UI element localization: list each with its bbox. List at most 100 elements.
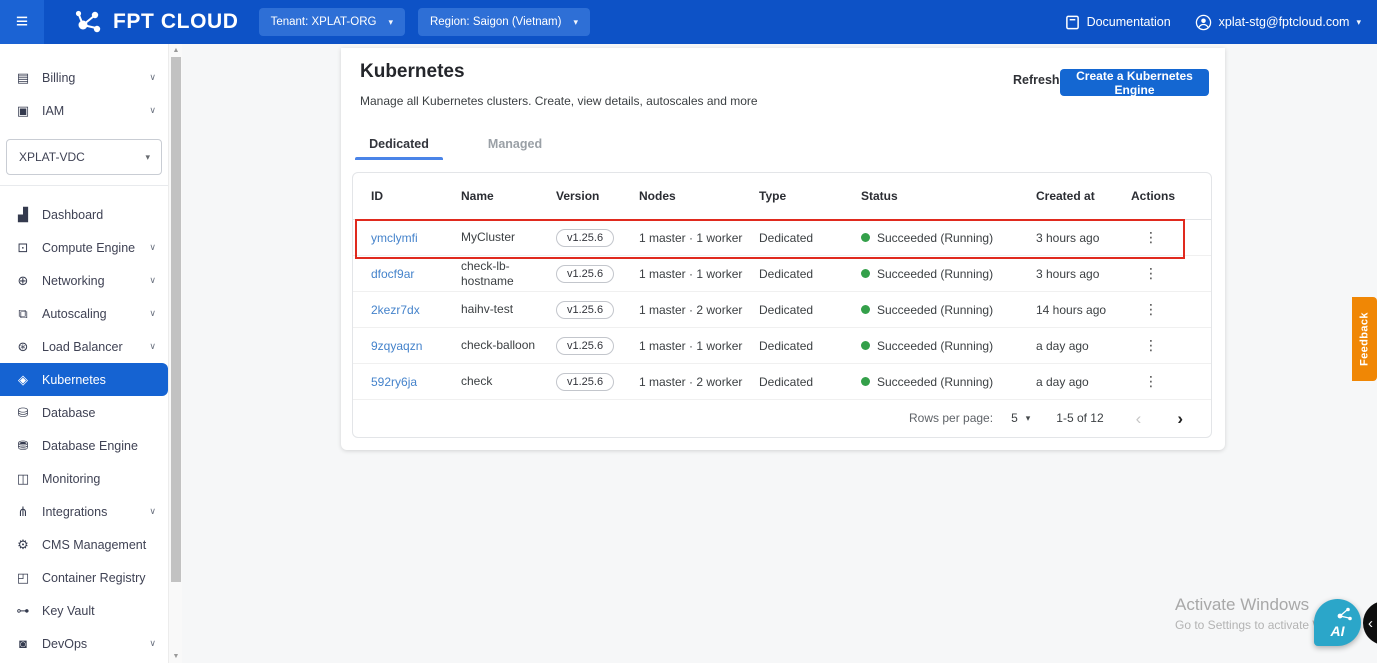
sidebar-item-iam[interactable]: ▣ IAM ∨ — [0, 94, 168, 127]
chevron-down-icon: ∨ — [149, 105, 156, 115]
column-header-created-at: Created at — [1036, 189, 1095, 203]
sidebar-item-networking[interactable]: ⊕ Networking ∨ — [0, 264, 168, 297]
status-dot — [861, 305, 870, 314]
status-dot — [861, 377, 870, 386]
sidebar-item-key-vault[interactable]: ⊶ Key Vault — [0, 594, 168, 627]
sidebar-item-kubernetes[interactable]: ◈ Kubernetes — [0, 363, 168, 396]
sidebar-item-label: Billing — [42, 70, 76, 85]
cluster-id-link[interactable]: 2kezr7dx — [371, 303, 461, 317]
brand-text: FPT CLOUD — [113, 10, 239, 33]
documentation-link[interactable]: Documentation — [1065, 15, 1171, 30]
cluster-id-link[interactable]: ymclymfi — [371, 231, 461, 245]
sidebar-item-monitoring[interactable]: ◫ Monitoring — [0, 462, 168, 495]
cluster-type: Dedicated — [759, 230, 814, 245]
sidebar-item-label: Container Registry — [42, 570, 146, 585]
sidebar-item-cms-management[interactable]: ⚙ CMS Management — [0, 528, 168, 561]
sidebar-item-dashboard[interactable]: ▟ Dashboard — [0, 198, 168, 231]
devops-icon: ◙ — [19, 636, 27, 651]
row-actions-button[interactable]: ⋮ — [1139, 229, 1163, 246]
user-menu[interactable]: xplat-stg@fptcloud.com ▾ — [1195, 14, 1361, 31]
sidebar-item-load-balancer[interactable]: ⊛ Load Balancer ∨ — [0, 330, 168, 363]
table-row: 592ry6ja check v1.25.6 1 master · 2 worker D… — [353, 364, 1211, 400]
cluster-nodes: 1 master · 1 worker — [639, 230, 743, 245]
rows-per-page-select[interactable]: 5 ▾ — [1011, 411, 1030, 425]
sidebar-scrollbar[interactable]: ▲ ▼ — [168, 44, 182, 663]
sidebar-item-billing[interactable]: ▤ Billing ∨ — [0, 61, 168, 94]
dashboard-icon: ▟ — [18, 206, 28, 222]
tab-dedicated[interactable]: Dedicated — [355, 128, 443, 160]
cluster-id-link[interactable]: dfocf9ar — [371, 267, 461, 281]
cluster-nodes: 1 master · 1 worker — [639, 338, 743, 353]
monitoring-icon: ◫ — [16, 470, 30, 486]
vdc-selector[interactable]: XPLAT-VDC ▾ — [6, 139, 162, 175]
tab-managed[interactable]: Managed — [471, 128, 559, 160]
row-actions-button[interactable]: ⋮ — [1139, 373, 1163, 390]
chevron-down-icon: ∨ — [149, 242, 156, 252]
cms-management-icon: ⚙ — [17, 536, 29, 552]
row-actions-button[interactable]: ⋮ — [1139, 337, 1163, 354]
documentation-label: Documentation — [1086, 15, 1171, 29]
sidebar-item-label: Compute Engine — [42, 240, 136, 255]
cluster-name: haihv-test — [461, 302, 514, 317]
sidebar-item-database[interactable]: ⛁ Database — [0, 396, 168, 429]
column-header-type: Type — [759, 189, 787, 203]
sidebar-item-container-registry[interactable]: ◰ Container Registry — [0, 561, 168, 594]
tabs: Dedicated Managed — [355, 128, 559, 160]
next-page-button[interactable]: › — [1177, 410, 1183, 427]
networking-icon: ⊕ — [17, 272, 29, 288]
created-at: a day ago — [1036, 338, 1089, 353]
cluster-id-link[interactable]: 9zqyaqzn — [371, 339, 461, 353]
fpt-cloud-logo: FPT CLOUD — [74, 8, 239, 36]
version-chip: v1.25.6 — [556, 300, 615, 319]
status-text: Succeeded (Running) — [877, 266, 994, 281]
menu-button[interactable]: ≡ — [0, 0, 44, 44]
scrollbar-thumb[interactable] — [171, 57, 181, 582]
status-dot — [861, 233, 870, 242]
edge-widget-button[interactable]: ‹ — [1363, 601, 1377, 645]
table-row: dfocf9ar check-lb-hostname v1.25.6 1 master… — [353, 256, 1211, 292]
sidebar-item-database-engine[interactable]: ⛃ Database Engine — [0, 429, 168, 462]
scroll-down-icon[interactable]: ▼ — [169, 653, 183, 660]
sidebar-item-devops[interactable]: ◙ DevOps ∨ — [0, 627, 168, 660]
ai-assistant-button[interactable]: AI — [1314, 599, 1361, 646]
version-cell: v1.25.6 — [556, 336, 639, 355]
sidebar-item-label: Key Vault — [42, 603, 95, 618]
status-dot — [861, 269, 870, 278]
feedback-button[interactable]: Feedback — [1352, 297, 1377, 381]
clusters-table: ID Name Version Nodes Type Status Created at Ac… — [352, 172, 1212, 438]
cluster-id-link[interactable]: 592ry6ja — [371, 375, 461, 389]
version-cell: v1.25.6 — [556, 372, 639, 391]
region-dropdown[interactable]: Region: Saigon (Vietnam) ▾ — [417, 8, 590, 36]
create-kubernetes-engine-button[interactable]: Create a Kubernetes Engine — [1060, 69, 1209, 97]
cluster-name: MyCluster — [461, 230, 516, 245]
status-cell: Succeeded (Running) — [861, 231, 1036, 245]
column-header-name: Name — [461, 189, 494, 203]
sidebar-item-label: IAM — [42, 103, 65, 118]
sidebar-item-integrations[interactable]: ⋔ Integrations ∨ — [0, 495, 168, 528]
status-dot — [861, 341, 870, 350]
chevron-down-icon: ∨ — [149, 341, 156, 351]
row-actions-button[interactable]: ⋮ — [1139, 301, 1163, 318]
kubernetes-panel: Kubernetes Manage all Kubernetes cluster… — [341, 48, 1225, 450]
documentation-icon — [1065, 15, 1079, 29]
sidebar-item-compute-engine[interactable]: ⊡ Compute Engine ∨ — [0, 231, 168, 264]
tenant-label: Tenant: XPLAT-ORG — [270, 16, 377, 28]
refresh-button[interactable]: Refresh — [1013, 73, 1060, 87]
cluster-type: Dedicated — [759, 338, 814, 353]
sidebar-item-label: Networking — [42, 273, 105, 288]
cluster-type: Dedicated — [759, 302, 814, 317]
cluster-nodes: 1 master · 2 worker — [639, 374, 743, 389]
database-icon: ⛁ — [17, 404, 29, 420]
row-actions-button[interactable]: ⋮ — [1139, 265, 1163, 282]
sidebar-item-label: Database Engine — [42, 438, 138, 453]
scroll-up-icon[interactable]: ▲ — [169, 47, 183, 54]
previous-page-button[interactable]: ‹ — [1136, 410, 1142, 427]
compute-engine-icon: ⊡ — [17, 239, 29, 255]
sidebar-divider — [0, 185, 168, 186]
kubernetes-icon: ◈ — [18, 371, 28, 387]
tenant-dropdown[interactable]: Tenant: XPLAT-ORG ▾ — [258, 8, 405, 36]
sidebar-item-autoscaling[interactable]: ⧉ Autoscaling ∨ — [0, 297, 168, 330]
version-cell: v1.25.6 — [556, 228, 639, 247]
chevron-down-icon: ▾ — [1356, 16, 1361, 27]
created-at: 14 hours ago — [1036, 302, 1107, 317]
